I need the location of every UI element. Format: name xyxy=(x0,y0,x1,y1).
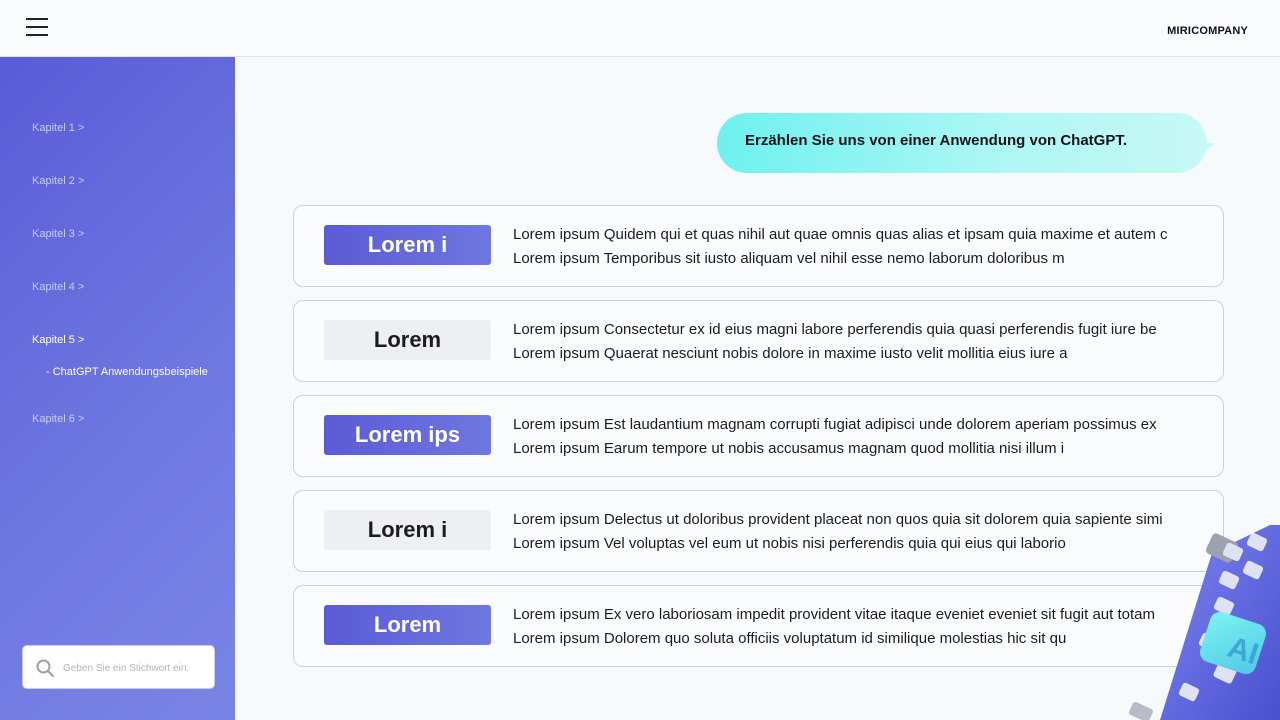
sidebar-subitem-chatgpt[interactable]: - ChatGPT Anwendungsbeispiele xyxy=(46,366,208,378)
list-item: Lorem ips Lorem ipsum Est laudantium mag… xyxy=(293,395,1224,477)
ai-keyboard-illustration: AI xyxy=(1120,525,1280,720)
search-input[interactable] xyxy=(63,658,208,678)
row-text-line-2: Lorem ipsum Earum tempore ut nobis accus… xyxy=(513,440,1065,457)
row-text-line-2: Lorem ipsum Temporibus sit iusto aliquam… xyxy=(513,250,1065,267)
search-box[interactable] xyxy=(22,645,215,689)
sidebar: Kapitel 1 > Kapitel 2 > Kapitel 3 > Kapi… xyxy=(0,57,235,720)
sidebar-item-kapitel-5[interactable]: Kapitel 5 > xyxy=(32,334,84,346)
tag-label: Lorem xyxy=(324,605,491,645)
list-item: Lorem Lorem ipsum Consectetur ex id eius… xyxy=(293,300,1224,382)
sidebar-item-kapitel-4[interactable]: Kapitel 4 > xyxy=(32,281,84,293)
sidebar-item-kapitel-2[interactable]: Kapitel 2 > xyxy=(32,175,84,187)
search-icon xyxy=(36,659,54,677)
hamburger-icon[interactable] xyxy=(26,18,48,36)
row-text-line-1: Lorem ipsum Consectetur ex id eius magni… xyxy=(513,321,1157,338)
brand-name: MIRICOMPANY xyxy=(1167,25,1248,37)
list-item: Lorem Lorem ipsum Ex vero laboriosam imp… xyxy=(293,585,1224,667)
row-text-line-2: Lorem ipsum Quaerat nesciunt nobis dolor… xyxy=(513,345,1068,362)
tag-label: Lorem ips xyxy=(324,415,491,455)
row-text-line-2: Lorem ipsum Dolorem quo soluta officiis … xyxy=(513,630,1067,647)
question-bubble: Erzählen Sie uns von einer Anwendung von… xyxy=(717,113,1215,173)
row-text-line-1: Lorem ipsum Est laudantium magnam corrup… xyxy=(513,416,1157,433)
tag-label: Lorem xyxy=(324,320,491,360)
row-text-line-1: Lorem ipsum Quidem qui et quas nihil aut… xyxy=(513,226,1168,243)
sidebar-item-kapitel-1[interactable]: Kapitel 1 > xyxy=(32,122,84,134)
row-text-line-1: Lorem ipsum Delectus ut doloribus provid… xyxy=(513,511,1163,528)
question-text: Erzählen Sie uns von einer Anwendung von… xyxy=(745,132,1127,149)
sidebar-item-kapitel-6[interactable]: Kapitel 6 > xyxy=(32,413,84,425)
tag-label: Lorem i xyxy=(324,225,491,265)
row-text-line-2: Lorem ipsum Vel voluptas vel eum ut nobi… xyxy=(513,535,1066,552)
list-item: Lorem i Lorem ipsum Delectus ut doloribu… xyxy=(293,490,1224,572)
top-bar: MIRICOMPANY xyxy=(0,0,1280,57)
tag-label: Lorem i xyxy=(324,510,491,550)
row-text-line-1: Lorem ipsum Ex vero laboriosam impedit p… xyxy=(513,606,1155,623)
sidebar-item-kapitel-3[interactable]: Kapitel 3 > xyxy=(32,228,84,240)
list-item: Lorem i Lorem ipsum Quidem qui et quas n… xyxy=(293,205,1224,287)
